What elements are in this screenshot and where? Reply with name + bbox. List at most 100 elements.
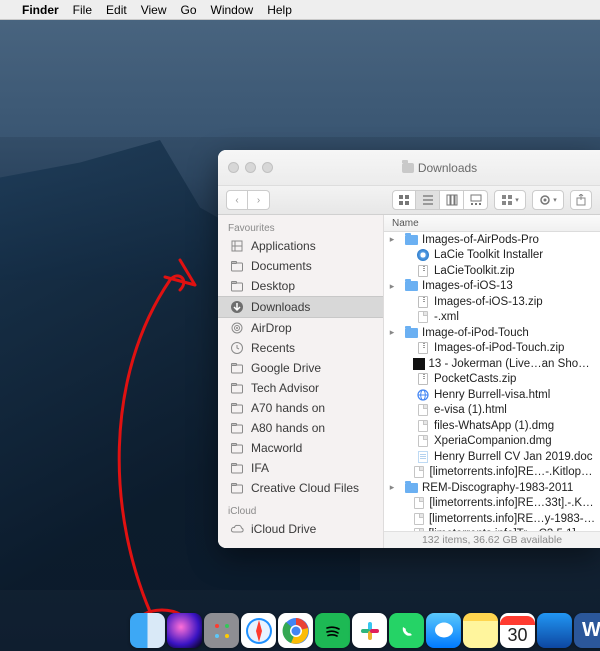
file-name: [limetorrents.info]RE…33t].-.Kitlope.to xyxy=(429,497,596,509)
file-row[interactable]: -.xml xyxy=(384,310,600,326)
sidebar-item-desktop[interactable]: Desktop xyxy=(218,276,383,296)
sidebar-item-a70-hands-on[interactable]: A70 hands on xyxy=(218,398,383,418)
menu-app-name[interactable]: Finder xyxy=(22,3,59,17)
file-icon xyxy=(414,513,424,525)
doc-icon xyxy=(418,451,428,463)
dock-finder[interactable] xyxy=(130,613,165,648)
file-row[interactable]: Images-of-iPod-Touch.zip xyxy=(384,341,600,357)
sidebar-item-airdrop[interactable]: AirDrop xyxy=(218,318,383,338)
list-view-button[interactable] xyxy=(416,190,440,210)
sidebar-item-label: A80 hands on xyxy=(251,421,325,435)
group-by-button[interactable]: ▾ xyxy=(494,190,526,210)
back-button[interactable]: ‹ xyxy=(226,190,248,210)
dock-calendar[interactable]: 30 xyxy=(500,613,535,648)
file-row[interactable]: ▸Images-of-AirPods-Pro xyxy=(384,232,600,248)
finder-titlebar[interactable]: Downloads xyxy=(218,150,600,185)
view-mode-switcher xyxy=(392,190,488,210)
sidebar-item-a80-hands-on[interactable]: A80 hands on xyxy=(218,418,383,438)
folder-icon xyxy=(230,381,244,395)
file-row[interactable]: [limetorrents.info]RE…33t].-.Kitlope.to xyxy=(384,496,600,512)
column-header-name[interactable]: Name xyxy=(384,215,600,232)
file-row[interactable]: [limetorrents.info]RE…-.Kitlope (1).tor xyxy=(384,465,600,481)
sidebar-item-macworld[interactable]: Macworld xyxy=(218,438,383,458)
file-row[interactable]: ▸REM-Discography-1983-2011 xyxy=(384,480,600,496)
file-row[interactable]: LaCie Toolkit Installer xyxy=(384,248,600,264)
file-name: [limetorrents.info]RE…-.Kitlope (1).tor xyxy=(430,466,596,478)
file-row[interactable]: [limetorrents.info]RE…y-1983-2011.tor xyxy=(384,511,600,527)
apps-icon xyxy=(230,239,244,253)
file-row[interactable]: Henry Burrell CV Jan 2019.doc xyxy=(384,449,600,465)
file-name: Images-of-iOS-13.zip xyxy=(434,296,543,308)
gallery-view-button[interactable] xyxy=(464,190,488,210)
audio-icon xyxy=(413,358,425,370)
action-menu-button[interactable]: ▾ xyxy=(532,190,564,210)
gear-icon xyxy=(539,194,551,206)
icon-view-button[interactable] xyxy=(392,190,416,210)
window-title-text: Downloads xyxy=(418,161,477,175)
file-row[interactable]: Images-of-iOS-13.zip xyxy=(384,294,600,310)
minimize-button[interactable] xyxy=(245,162,256,173)
dock-messages[interactable] xyxy=(426,613,461,648)
sidebar-item-applications[interactable]: Applications xyxy=(218,236,383,256)
zip-icon xyxy=(418,296,428,308)
forward-button[interactable]: › xyxy=(248,190,270,210)
file-list[interactable]: ▸Images-of-AirPods-ProLaCie Toolkit Inst… xyxy=(384,232,600,531)
dock-siri[interactable] xyxy=(167,613,202,648)
menu-window[interactable]: Window xyxy=(211,3,254,17)
nav-buttons: ‹ › xyxy=(226,190,270,210)
clock-icon xyxy=(230,341,244,355)
menu-help[interactable]: Help xyxy=(267,3,292,17)
sidebar-item-recents[interactable]: Recents xyxy=(218,338,383,358)
sidebar-item-downloads[interactable]: Downloads xyxy=(218,296,383,318)
file-row[interactable]: ▸Images-of-iOS-13 xyxy=(384,279,600,295)
sidebar-item-label: Macworld xyxy=(251,441,302,455)
folder-icon xyxy=(230,259,244,273)
file-row[interactable]: LaCieToolkit.zip xyxy=(384,263,600,279)
menu-go[interactable]: Go xyxy=(181,3,197,17)
folder-icon xyxy=(230,279,244,293)
column-view-button[interactable] xyxy=(440,190,464,210)
menu-view[interactable]: View xyxy=(141,3,167,17)
disclosure-triangle[interactable]: ▸ xyxy=(388,234,396,245)
dock-safari[interactable] xyxy=(241,613,276,648)
folder-icon xyxy=(230,481,244,495)
sidebar-item-label: Desktop xyxy=(251,279,295,293)
finder-sidebar: Favourites ApplicationsDocumentsDesktopD… xyxy=(218,215,384,548)
dock-launchpad[interactable] xyxy=(204,613,239,648)
close-button[interactable] xyxy=(228,162,239,173)
file-row[interactable]: XperiaCompanion.dmg xyxy=(384,434,600,450)
disclosure-triangle[interactable]: ▸ xyxy=(388,281,396,292)
sidebar-item-label: Documents xyxy=(251,259,312,273)
dock-snagit[interactable] xyxy=(537,613,572,648)
zoom-button[interactable] xyxy=(262,162,273,173)
sidebar-item-tech-advisor[interactable]: Tech Advisor xyxy=(218,378,383,398)
file-row[interactable]: Henry Burrell-visa.html xyxy=(384,387,600,403)
dock-word[interactable]: W xyxy=(574,613,600,648)
file-row[interactable]: files-WhatsApp (1).dmg xyxy=(384,418,600,434)
disclosure-triangle[interactable]: ▸ xyxy=(388,482,396,493)
file-row[interactable]: e-visa (1).html xyxy=(384,403,600,419)
dock-whatsapp[interactable] xyxy=(389,613,424,648)
file-icon xyxy=(418,404,428,416)
dock-slack[interactable] xyxy=(352,613,387,648)
file-row[interactable]: 13 - Jokerman (Live…an Show, 1984).n xyxy=(384,356,600,372)
menu-file[interactable]: File xyxy=(73,3,92,17)
file-name: 13 - Jokerman (Live…an Show, 1984).n xyxy=(429,358,596,370)
dock-chrome[interactable] xyxy=(278,613,313,648)
sidebar-item-label: AirDrop xyxy=(251,321,292,335)
sidebar-item-ifa[interactable]: IFA xyxy=(218,458,383,478)
sidebar-item-creative-cloud-files[interactable]: Creative Cloud Files xyxy=(218,478,383,498)
folder-icon xyxy=(405,483,418,493)
sidebar-item-google-drive[interactable]: Google Drive xyxy=(218,358,383,378)
file-row[interactable]: ▸Image-of-iPod-Touch xyxy=(384,325,600,341)
sidebar-item-icloud-drive[interactable]: iCloud Drive xyxy=(218,519,383,539)
dock-spotify[interactable] xyxy=(315,613,350,648)
menu-edit[interactable]: Edit xyxy=(106,3,127,17)
zip-icon xyxy=(418,265,428,277)
file-row[interactable]: PocketCasts.zip xyxy=(384,372,600,388)
dock-notes[interactable] xyxy=(463,613,498,648)
sidebar-item-label: A70 hands on xyxy=(251,401,325,415)
sidebar-item-documents[interactable]: Documents xyxy=(218,256,383,276)
share-button[interactable] xyxy=(570,190,592,210)
disclosure-triangle[interactable]: ▸ xyxy=(388,327,396,338)
